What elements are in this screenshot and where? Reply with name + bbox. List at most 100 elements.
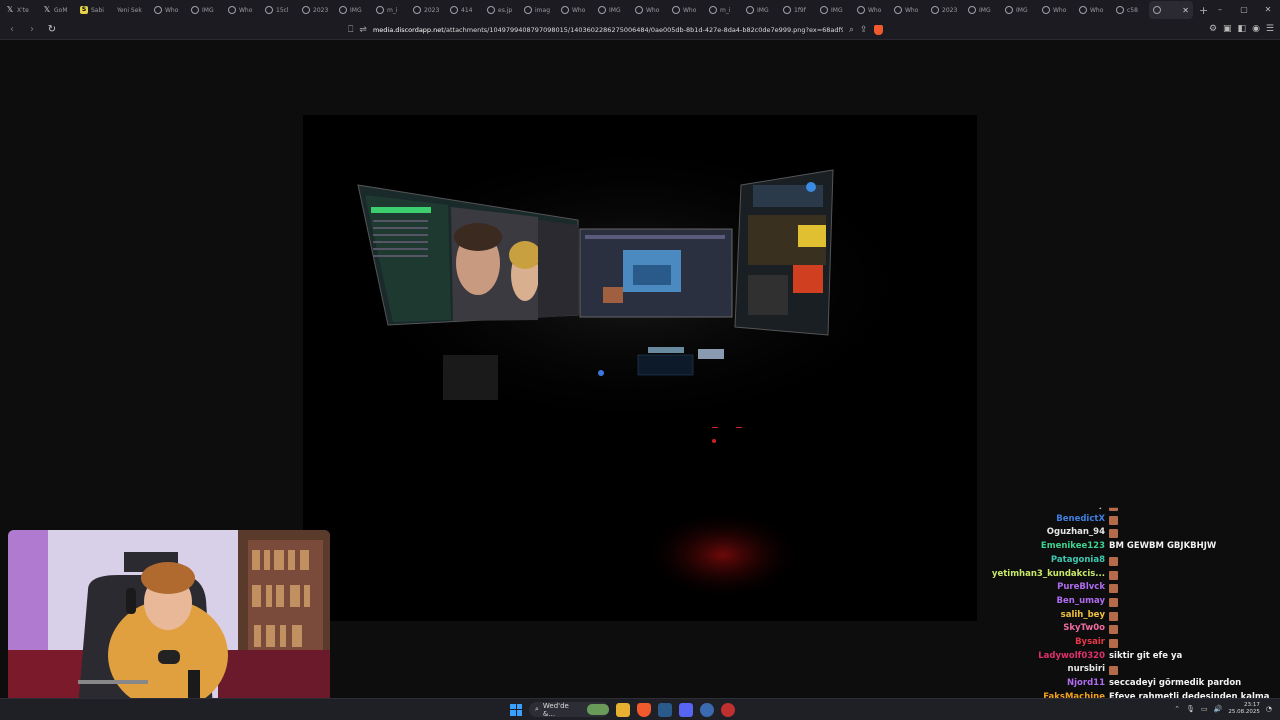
close-window-button[interactable]: ✕ [1256, 0, 1280, 20]
browser-tab[interactable]: m_i [705, 1, 742, 19]
minimize-button[interactable]: – [1208, 0, 1232, 20]
browser-tab[interactable]: IMG [335, 1, 372, 19]
chat-username[interactable]: Oguzhan_94 [1047, 527, 1105, 537]
chat-message: Ladywolf0320 siktir git efe ya [990, 651, 1280, 664]
rewards-icon[interactable]: ◉ [1252, 24, 1260, 34]
browser-tab[interactable]: 2023 [298, 1, 335, 19]
image-viewer[interactable] [303, 115, 977, 621]
tab-label: Yeni Sek [117, 6, 142, 14]
browser-tab[interactable]: Who [1038, 1, 1075, 19]
browser-tab[interactable]: Who [224, 1, 261, 19]
browser-tab[interactable]: imag [520, 1, 557, 19]
volume-icon[interactable]: 🔊 [1214, 705, 1223, 713]
browser-tab[interactable]: S Sabi [76, 1, 113, 19]
maximize-button[interactable]: ▢ [1232, 0, 1256, 20]
windows-start-icon[interactable] [510, 703, 522, 716]
tab-label: m_i [720, 6, 731, 14]
chat-username[interactable]: nursbiri [1068, 664, 1105, 674]
chevron-up-icon[interactable]: ⌃ [1174, 705, 1180, 713]
network-icon[interactable]: ▭ [1201, 705, 1208, 713]
browser-tab[interactable]: Who [668, 1, 705, 19]
browser-tab[interactable]: IMG [1001, 1, 1038, 19]
browser-tab[interactable]: Yeni Sek [113, 1, 150, 19]
site-info-icon[interactable]: ⇌ [359, 25, 367, 35]
brave-shield-icon[interactable] [873, 25, 883, 35]
new-tab-button[interactable]: + [1199, 4, 1208, 17]
menu-icon[interactable]: ☰ [1266, 24, 1274, 34]
file-explorer-icon[interactable] [616, 702, 630, 717]
browser-tab[interactable]: IMG [594, 1, 631, 19]
app-icon[interactable] [700, 702, 714, 717]
browser-tab[interactable]: IMG [187, 1, 224, 19]
chat-username[interactable]: Njord11 [1067, 678, 1105, 688]
tab-label: IMG [1016, 6, 1028, 14]
url-text[interactable]: media.discordapp.net/attachments/1049799… [373, 26, 843, 34]
chat-message-text: seccadeyi görmedik pardon [1109, 678, 1242, 689]
discord-icon[interactable] [679, 702, 693, 717]
back-arrow-icon[interactable]: ‹ [4, 24, 20, 35]
browser-tab[interactable]: 𝕏 X'te [2, 1, 39, 19]
close-tab-icon[interactable]: ✕ [1182, 6, 1189, 15]
chat-message: salih_bey [990, 610, 1280, 623]
chat-username[interactable]: Emenikee123 [1041, 541, 1105, 551]
sidebar-icon[interactable]: ◧ [1238, 24, 1247, 34]
chat-username[interactable]: Patagonia8 [1051, 555, 1105, 565]
notification-icon[interactable]: ◔ [1266, 705, 1272, 713]
forward-arrow-icon[interactable]: › [24, 24, 40, 35]
browser-tab[interactable]: 𝕏 GoM [39, 1, 76, 19]
browser-tab[interactable]: 2023 [409, 1, 446, 19]
globe-icon [820, 6, 828, 14]
browser-tab[interactable]: Who [890, 1, 927, 19]
browser-tab[interactable]: 15cl [261, 1, 298, 19]
browser-tab[interactable]: 1f9f [779, 1, 816, 19]
browser-tab[interactable]: Who [853, 1, 890, 19]
reload-icon[interactable]: ↻ [44, 24, 60, 35]
globe-icon [524, 6, 532, 14]
browser-tab[interactable]: 414 [446, 1, 483, 19]
chat-username[interactable]: Ladywolf0320 [1038, 651, 1105, 661]
browser-tab[interactable]: Who [150, 1, 187, 19]
wallet-icon[interactable]: ▣ [1223, 24, 1232, 34]
browser-tab[interactable]: c58 [1112, 1, 1149, 19]
globe-icon [265, 6, 273, 14]
address-bar[interactable]: ⎕ ⇌ media.discordapp.net/attachments/104… [348, 22, 912, 38]
taskbar-search[interactable]: ⌕ Wed'de &... [529, 702, 609, 718]
chat-message: BenedictX [990, 514, 1280, 527]
obs-icon[interactable] [721, 702, 735, 717]
tab-label: es.jp [498, 6, 513, 14]
share-icon[interactable]: ⇪ [860, 25, 868, 35]
globe-icon [598, 6, 606, 14]
globe-icon [191, 6, 199, 14]
chat-username[interactable]: BenedictX [1056, 514, 1105, 524]
chat-username[interactable]: Partizap [1065, 508, 1105, 510]
chat-username[interactable]: Ben_umay [1057, 596, 1105, 606]
microphone-icon[interactable]: 🎙 [1186, 705, 1195, 713]
steam-icon[interactable] [658, 702, 672, 717]
chat-username[interactable]: yetimhan3_kundakcis... [992, 569, 1105, 579]
globe-icon [783, 6, 791, 14]
browser-tab[interactable]: Who [1075, 1, 1112, 19]
search-icon: ⌕ [535, 705, 539, 713]
emote-icon [1109, 507, 1118, 511]
clock[interactable]: 23:17 25.08.2025 [1228, 702, 1260, 716]
chat-username[interactable]: PureBlvck [1057, 582, 1105, 592]
browser-tab[interactable]: IMG [742, 1, 779, 19]
windows-taskbar: ⌕ Wed'de &... ⌃ 🎙 ▭ 🔊 23:17 25.08.2025 ◔ [0, 698, 1280, 720]
extensions-icon[interactable]: ⚙ [1209, 24, 1217, 34]
browser-tab[interactable]: Who [557, 1, 594, 19]
chat-username[interactable]: SkyTw0o [1063, 623, 1105, 633]
bookmark-icon[interactable]: ⎕ [348, 25, 353, 35]
chat-username[interactable]: Bysair [1075, 637, 1105, 647]
active-tab[interactable]: ✕ [1149, 1, 1193, 19]
globe-icon [857, 6, 865, 14]
browser-tab[interactable]: m_i [372, 1, 409, 19]
chat-username[interactable]: salih_bey [1061, 610, 1105, 620]
brave-browser-icon[interactable] [637, 702, 651, 717]
browser-tab[interactable]: es.jp [483, 1, 520, 19]
browser-tab[interactable]: 2023 [927, 1, 964, 19]
browser-tab[interactable]: IMG [816, 1, 853, 19]
browser-tab[interactable]: Who [631, 1, 668, 19]
browser-tab[interactable]: IMG [964, 1, 1001, 19]
zoom-icon[interactable]: ⌕ [849, 25, 854, 35]
tab-label: IMG [757, 6, 769, 14]
